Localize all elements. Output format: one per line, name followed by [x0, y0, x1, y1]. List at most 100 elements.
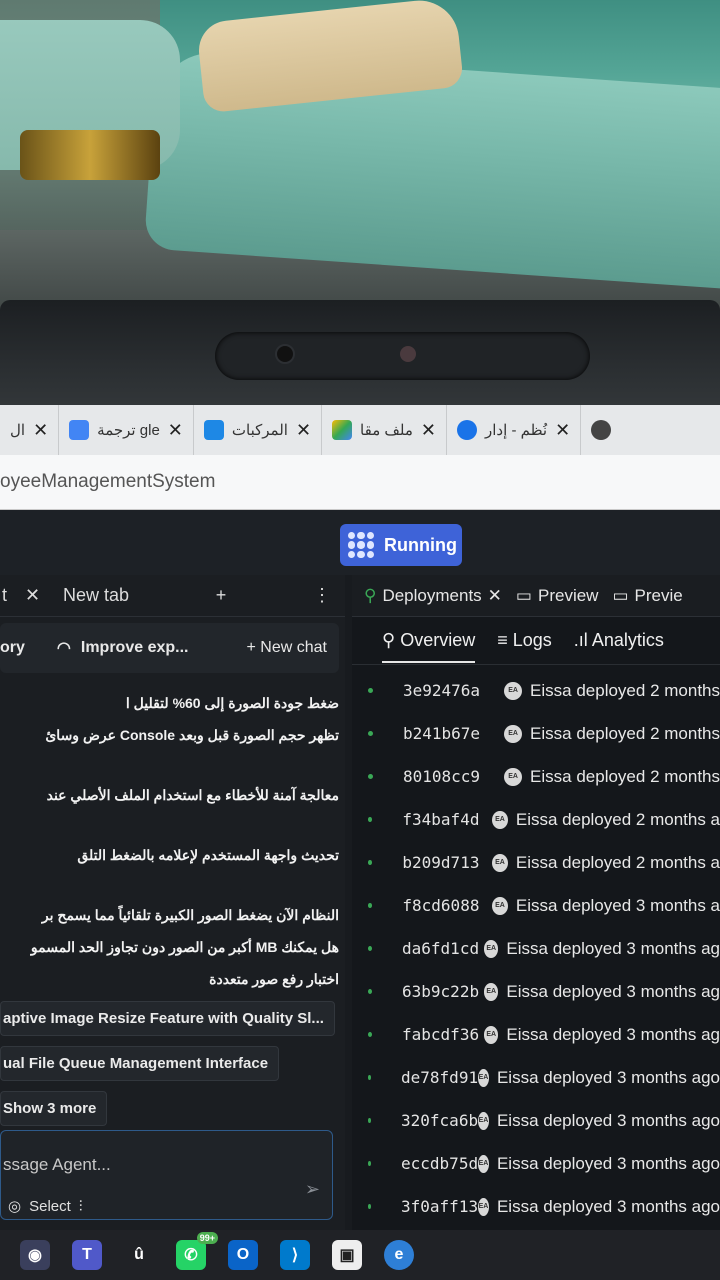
deployment-row[interactable]: 3f0aff13 EA Eissa deployed 3 months ago: [352, 1185, 720, 1228]
commit-hash[interactable]: f8cd6088: [402, 896, 492, 915]
select-row[interactable]: ◎ Select ⫶: [8, 1197, 83, 1216]
avatar: EA: [483, 1025, 499, 1044]
commit-hash[interactable]: de78fd91: [401, 1068, 478, 1087]
more-icon[interactable]: ⋮: [313, 585, 331, 606]
avatar: EA: [504, 681, 523, 700]
close-icon[interactable]: ✕: [25, 585, 40, 606]
tab-previous[interactable]: t ✕: [0, 585, 55, 606]
deployment-row[interactable]: 80108cc9 EA Eissa deployed 2 months: [352, 755, 720, 798]
nav-logs[interactable]: ≡ Logs: [497, 630, 552, 651]
commit-hash[interactable]: 3f0aff13: [401, 1197, 478, 1216]
tab-label: Deployments: [382, 585, 482, 605]
nav-overview[interactable]: ⚲ Overview: [382, 630, 476, 663]
close-icon[interactable]: ✕: [33, 420, 48, 441]
openai-icon: [591, 420, 612, 440]
list-icon: ≡: [497, 630, 508, 650]
browser-tab[interactable]: ال ✕: [0, 405, 60, 455]
close-icon[interactable]: ✕: [488, 586, 502, 606]
terminal-icon[interactable]: ▣: [332, 1240, 362, 1270]
tab-preview-2[interactable]: ▭ Previe: [612, 586, 682, 606]
close-icon[interactable]: ✕: [296, 420, 311, 441]
deployment-row[interactable]: 320fca6b EA Eissa deployed 3 months ago: [352, 1099, 720, 1142]
commit-hash[interactable]: 3e92476a: [403, 681, 504, 700]
avatar: EA: [478, 1111, 489, 1130]
close-icon[interactable]: ✕: [168, 420, 183, 441]
deployment-text: Eissa deployed 3 months ag: [506, 938, 720, 958]
tab-label: ملف مقا: [360, 422, 413, 439]
message-line: تظهر حجم الصورة قبل وبعد Console عرض وسا…: [45, 727, 339, 743]
deployment-list: 3e92476a EA Eissa deployed 2 months b241b67…: [352, 665, 720, 1228]
u-icon[interactable]: û: [124, 1240, 154, 1270]
deployment-text: Eissa deployed 3 months ago: [496, 1153, 720, 1173]
message-line: ضغط جودة الصورة إلى 60% لتقليل ا: [125, 695, 339, 711]
deployment-row[interactable]: f8cd6088 EA Eissa deployed 3 months a: [352, 884, 720, 927]
send-icon[interactable]: ➢: [305, 1179, 320, 1200]
tab-label: Preview: [537, 585, 599, 605]
checkpoint-list: aptive Image Resize Feature with Quality…: [0, 1001, 345, 1136]
new-chat-button[interactable]: + New chat: [247, 639, 327, 657]
deployment-row[interactable]: f34baf4d EA Eissa deployed 2 months a: [352, 798, 720, 841]
deployment-text: Eissa deployed 2 months: [530, 680, 720, 700]
nav-analytics[interactable]: .ıl Analytics: [574, 630, 664, 651]
close-icon[interactable]: ✕: [555, 420, 570, 441]
tab-preview[interactable]: ▭ Preview: [516, 586, 599, 606]
commit-hash[interactable]: f34baf4d: [402, 810, 492, 829]
replit-icon: [348, 532, 374, 558]
sofa-leg: [20, 130, 160, 180]
nav-label: Overview: [400, 630, 476, 650]
deployment-row[interactable]: b209d713 EA Eissa deployed 2 months a: [352, 841, 720, 884]
deployment-row[interactable]: b241b67e EA Eissa deployed 2 months: [352, 712, 720, 755]
deployment-row[interactable]: de78fd91 EA Eissa deployed 3 months ago: [352, 1056, 720, 1099]
deployment-row[interactable]: 63b9c22b EA Eissa deployed 3 months ag: [352, 970, 720, 1013]
close-icon[interactable]: ✕: [421, 420, 436, 441]
avatar: EA: [492, 810, 508, 829]
commit-hash[interactable]: b241b67e: [403, 724, 504, 743]
nav-label: Analytics: [591, 630, 664, 650]
commit-hash[interactable]: 320fca6b: [401, 1111, 478, 1130]
deployments-pane: ⚲ Deployments ✕ ▭ Preview ▭ Previe ⚲ Ove…: [352, 575, 720, 1230]
deploy-icon: ⚲: [364, 585, 377, 605]
deployment-row[interactable]: fabcdf36 EA Eissa deployed 3 months ag: [352, 1013, 720, 1056]
status-dot: [368, 946, 373, 951]
chat-icon[interactable]: ◉: [20, 1240, 50, 1270]
replit-app: Running t ✕ New tab + ⋮ ory ◠ Improve ex…: [0, 510, 720, 1230]
deployment-row[interactable]: eccdb75d EA Eissa deployed 3 months ago: [352, 1142, 720, 1185]
add-tab-button[interactable]: +: [216, 585, 227, 606]
deployment-text: Eissa deployed 2 months a: [515, 852, 720, 872]
browser-tab[interactable]: نُظم - إدار ✕: [447, 405, 582, 455]
vscode-icon[interactable]: ⟩: [280, 1240, 310, 1270]
browser-tab[interactable]: المركبات ✕: [194, 405, 323, 455]
browser-tab[interactable]: ترجمة gle ✕: [59, 405, 194, 455]
running-button[interactable]: Running: [340, 524, 462, 566]
tab-new[interactable]: New tab + ⋮: [55, 585, 345, 606]
browser-tabbar: ال ✕ ترجمة gle ✕ المركبات ✕ ملف مقا ✕ نُ…: [0, 405, 720, 455]
commit-hash[interactable]: b209d713: [402, 853, 492, 872]
commit-hash[interactable]: da6fd1cd: [402, 939, 484, 958]
teams-icon[interactable]: T: [72, 1240, 102, 1270]
tab-label: Previe: [634, 585, 683, 605]
deployment-row[interactable]: da6fd1cd EA Eissa deployed 3 months ag: [352, 927, 720, 970]
deployment-nav: ⚲ Overview ≡ Logs .ıl Analytics: [352, 617, 720, 665]
site-icon: [203, 420, 224, 440]
tab-deployments[interactable]: ⚲ Deployments ✕: [364, 586, 502, 606]
whatsapp-icon[interactable]: ✆ 99+: [176, 1232, 218, 1270]
edge-icon[interactable]: e: [384, 1240, 414, 1270]
commit-hash[interactable]: 63b9c22b: [402, 982, 484, 1001]
show-more-button[interactable]: Show 3 more: [0, 1091, 108, 1126]
improve-button[interactable]: Improve exp...: [81, 639, 189, 657]
address-bar[interactable]: oyeeManagementSystem: [0, 455, 720, 510]
deployment-row[interactable]: 3e92476a EA Eissa deployed 2 months: [352, 669, 720, 712]
history-button[interactable]: ory: [0, 639, 25, 657]
deployment-text: Eissa deployed 3 months ago: [496, 1110, 720, 1130]
checkpoint-chip[interactable]: aptive Image Resize Feature with Quality…: [0, 1001, 335, 1036]
outlook-icon[interactable]: O: [228, 1240, 258, 1270]
address-text: oyeeManagementSystem: [0, 471, 216, 492]
commit-hash[interactable]: fabcdf36: [402, 1025, 484, 1044]
commit-hash[interactable]: 80108cc9: [403, 767, 504, 786]
commit-hash[interactable]: eccdb75d: [401, 1154, 478, 1173]
browser-tab[interactable]: ملف مقا ✕: [322, 405, 448, 455]
browser-tab[interactable]: [581, 405, 621, 455]
sliders-icon[interactable]: ⫶: [79, 1198, 83, 1215]
checkpoint-chip[interactable]: ual File Queue Management Interface: [0, 1046, 280, 1081]
status-dot: [368, 860, 373, 865]
